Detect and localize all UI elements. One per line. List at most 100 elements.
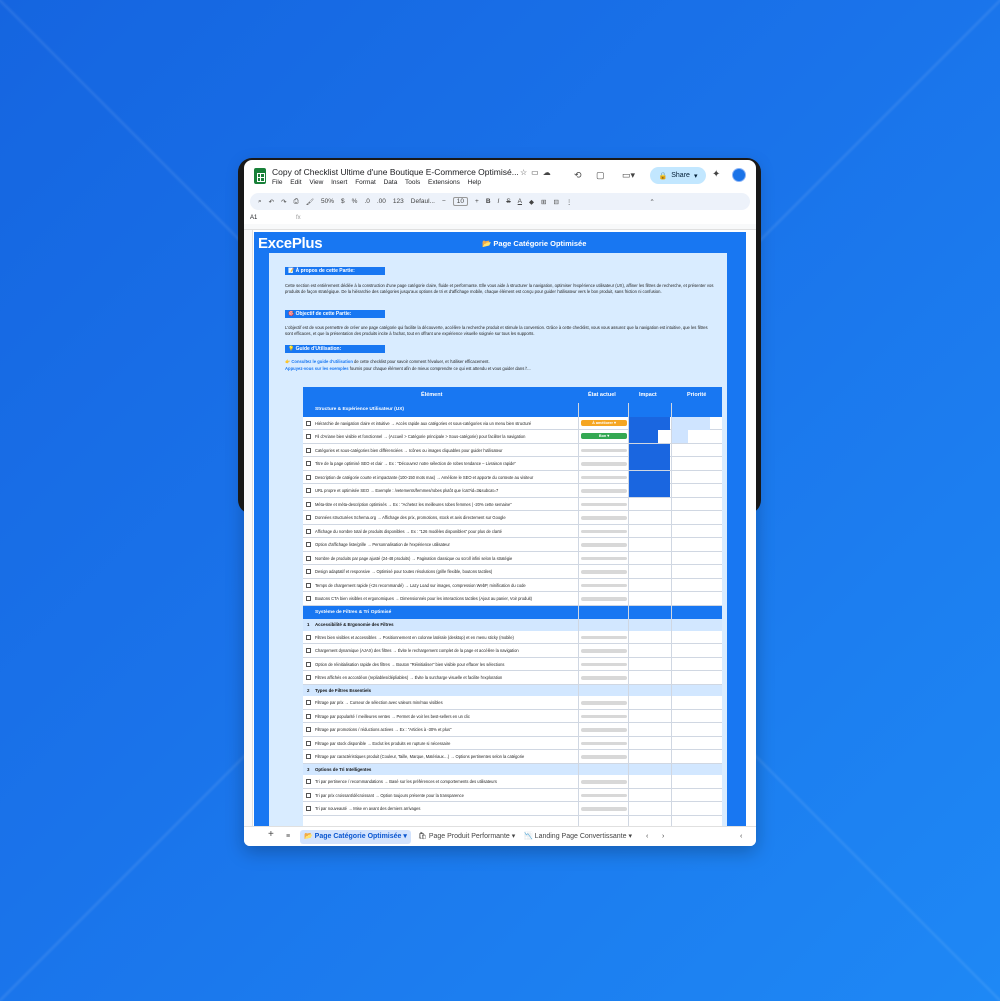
status-dropdown[interactable] (581, 502, 627, 506)
status-dropdown[interactable] (581, 635, 627, 639)
column-header[interactable] (244, 224, 756, 230)
menu-view[interactable]: View (309, 179, 323, 186)
status-dropdown[interactable] (581, 714, 627, 718)
number-format-button[interactable]: 123 (393, 198, 404, 205)
status-dropdown[interactable] (581, 516, 627, 520)
search-icon[interactable]: ⌕ (258, 198, 262, 206)
guide-link[interactable]: Consultez le guide d'utilisation (291, 359, 352, 364)
checkbox[interactable] (306, 569, 311, 574)
checkbox[interactable] (306, 555, 311, 561)
checkbox[interactable] (306, 740, 311, 746)
menu-data[interactable]: Data (384, 179, 398, 186)
tab-page-produit[interactable]: 🛍 Page Produit Performante ▾ (414, 830, 519, 844)
checkbox[interactable] (306, 488, 311, 493)
text-color-icon[interactable]: A (518, 198, 522, 205)
document-title[interactable]: Copy of Checklist Ultime d'une Boutique … (272, 167, 519, 177)
all-sheets-icon[interactable]: ≡ (282, 830, 294, 844)
redo-icon[interactable]: ↷ (281, 198, 286, 206)
fill-color-icon[interactable]: ◆ (529, 198, 534, 206)
status-dropdown[interactable] (581, 755, 627, 759)
menu-edit[interactable]: Edit (290, 179, 301, 186)
name-box[interactable]: A1 (250, 215, 257, 221)
status-dropdown[interactable] (581, 597, 627, 601)
checkbox[interactable] (306, 713, 311, 719)
checkbox[interactable] (306, 447, 311, 453)
status-dropdown[interactable] (581, 807, 627, 811)
checkbox[interactable] (306, 420, 311, 426)
decrease-decimal-button[interactable]: .0 (364, 198, 369, 205)
status-dropdown[interactable] (581, 728, 627, 732)
italic-icon[interactable]: I (498, 198, 500, 205)
status-dropdown[interactable] (581, 662, 627, 666)
scroll-right-icon[interactable]: › (658, 830, 668, 844)
checkbox[interactable] (306, 661, 311, 667)
checkbox[interactable] (306, 634, 311, 640)
bold-button[interactable]: B (486, 198, 491, 205)
font-size-increase[interactable]: + (475, 198, 479, 205)
tab-landing-page[interactable]: 📉 Landing Page Convertissante ▾ (520, 830, 636, 844)
status-dropdown[interactable] (581, 741, 627, 745)
checkbox[interactable] (306, 792, 311, 798)
menu-format[interactable]: Format (355, 179, 376, 186)
avatar[interactable] (732, 168, 746, 182)
status-dropdown[interactable] (581, 543, 627, 547)
meet-icon[interactable]: ▭▾ (622, 170, 635, 181)
status-dropdown[interactable] (581, 556, 627, 560)
tab-page-categorie[interactable]: 📂 Page Catégorie Optimisée ▾ (300, 830, 411, 844)
status-dropdown[interactable] (581, 462, 627, 466)
checkbox[interactable] (306, 528, 311, 534)
menu-help[interactable]: Help (468, 179, 481, 186)
status-dropdown[interactable] (581, 676, 627, 680)
share-button[interactable]: 🔒 Share ▾ (650, 167, 706, 184)
collapse-icon[interactable]: ⌃ (649, 198, 654, 206)
font-size-input[interactable]: 10 (452, 197, 469, 206)
cloud-icon[interactable]: ☁ (543, 168, 555, 177)
merge-icon[interactable]: ⊟ (553, 198, 558, 206)
checkbox[interactable] (306, 596, 311, 601)
status-dropdown[interactable] (581, 583, 627, 587)
checkbox[interactable] (306, 434, 311, 439)
checkbox[interactable] (306, 700, 311, 705)
undo-icon[interactable]: ↶ (269, 198, 274, 206)
zoom-select[interactable]: 50% (321, 198, 334, 205)
font-size-decrease[interactable]: − (442, 198, 446, 205)
checkbox[interactable] (306, 542, 311, 547)
increase-decimal-button[interactable]: .00 (377, 198, 386, 205)
explore-icon[interactable]: ‹ (736, 830, 746, 844)
currency-button[interactable]: $ (341, 198, 345, 205)
menu-insert[interactable]: Insert (331, 179, 347, 186)
checkbox[interactable] (306, 501, 311, 507)
status-dropdown[interactable] (581, 701, 627, 705)
menu-tools[interactable]: Tools (405, 179, 420, 186)
sheet-canvas[interactable]: ExcePlus 📂 Page Catégorie Optimisée 📝 À … (254, 232, 746, 826)
borders-icon[interactable]: ⊞ (541, 198, 546, 206)
menu-file[interactable]: File (272, 179, 282, 186)
checkbox[interactable] (306, 582, 311, 588)
row-header[interactable] (244, 230, 253, 826)
paint-format-icon[interactable]: 🖌 (306, 198, 314, 206)
checkbox[interactable] (306, 461, 311, 466)
status-dropdown[interactable] (581, 570, 627, 574)
menu-extensions[interactable]: Extensions (428, 179, 460, 186)
status-dropdown[interactable]: Bon ▾ (581, 433, 627, 439)
checkbox[interactable] (306, 779, 311, 784)
comment-icon[interactable]: ▢ (596, 170, 605, 181)
status-dropdown[interactable] (581, 649, 627, 653)
status-dropdown[interactable] (581, 529, 627, 533)
status-dropdown[interactable] (581, 780, 627, 784)
checkbox[interactable] (306, 727, 311, 732)
move-icon[interactable]: ▭ (531, 168, 543, 177)
checkbox[interactable] (306, 648, 311, 653)
add-sheet-icon[interactable]: + (264, 828, 278, 842)
status-dropdown[interactable] (581, 448, 627, 452)
status-dropdown[interactable]: À améliorer ▾ (581, 419, 627, 426)
checkbox[interactable] (306, 474, 311, 480)
checkbox[interactable] (306, 806, 311, 811)
strikethrough-icon[interactable]: S (506, 198, 510, 205)
print-icon[interactable]: ⎙ (294, 198, 299, 206)
history-icon[interactable]: ⟲ (574, 170, 582, 181)
percent-button[interactable]: % (352, 198, 358, 205)
sheets-logo-icon[interactable] (254, 168, 266, 184)
font-select[interactable]: Defaul... (411, 198, 435, 205)
checkbox[interactable] (306, 515, 311, 520)
